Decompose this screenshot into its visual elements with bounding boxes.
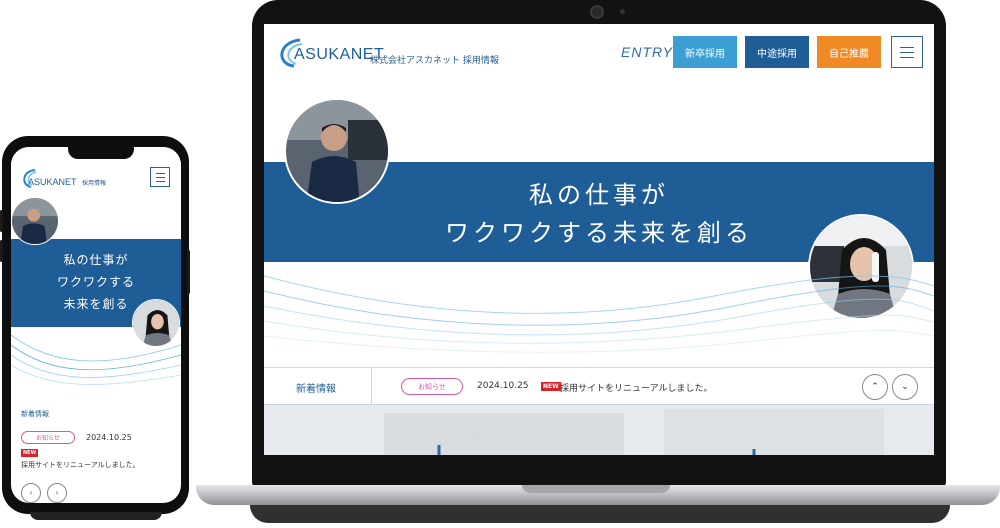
new-badge: NEW <box>21 449 39 457</box>
phone-bottom-edge <box>30 512 162 520</box>
news-bar: 新着情報 お知らせ 2024.10.25 NEW 採用サイトをリニューアルしまし… <box>264 367 934 406</box>
chevron-down-icon[interactable]: ⌄ <box>892 374 918 400</box>
news-title: 新着情報 <box>296 384 336 395</box>
building-photo <box>264 405 934 455</box>
news-category-badge[interactable]: お知らせ <box>401 378 463 395</box>
news-headline-link[interactable]: 採用サイトをリニューアルしました。 <box>21 460 140 470</box>
desktop-page: ASUKANET 株式会社アスカネット 採用情報 ENTRY 新卒採用 中途採用… <box>264 24 934 455</box>
new-badge: NEW <box>541 382 561 391</box>
employee-photo-man <box>284 98 390 204</box>
employee-photo-man <box>11 197 59 245</box>
mobile-page: ASUKANET 採用情報 私の仕事が ワクワクする 未来を創る 新着情報 お知… <box>11 147 181 503</box>
laptop-opening-notch <box>522 485 670 493</box>
site-header: ASUKANET 株式会社アスカネット 採用情報 ENTRY 新卒採用 中途採用… <box>264 24 934 80</box>
new-graduate-button[interactable]: 新卒採用 <box>673 36 737 68</box>
mobile-subtitle: 採用情報 <box>82 180 107 187</box>
phone-power-button <box>187 250 190 294</box>
mobile-hero-line-1: 私の仕事が <box>63 253 129 267</box>
building-sign-text: ASUKANET <box>414 425 565 450</box>
news-divider <box>371 368 372 406</box>
laptop-foot <box>250 505 950 523</box>
logo-text[interactable]: ASUKANET <box>28 177 77 187</box>
news-title: 新着情報 <box>21 410 49 418</box>
self-recommend-button[interactable]: 自己推薦 <box>817 36 881 68</box>
phone-volume-button-2 <box>0 240 3 262</box>
webcam-icon <box>590 5 604 19</box>
mobile-hero-line-2: ワクワクする <box>56 275 135 289</box>
news-category-badge[interactable]: お知らせ <box>21 431 75 444</box>
decorative-waves <box>11 334 181 385</box>
decorative-waves <box>264 275 934 353</box>
news-date: 2024.10.25 <box>86 433 132 442</box>
news-date: 2024.10.25 <box>477 381 529 391</box>
webcam-sensor <box>620 9 625 14</box>
company-subtitle: 株式会社アスカネット 採用情報 <box>370 56 499 66</box>
chevron-up-icon[interactable]: ⌃ <box>862 374 888 400</box>
hamburger-icon[interactable] <box>891 36 923 68</box>
building-photo-section: ASUKANET <box>264 405 934 455</box>
entry-label: ENTRY <box>621 44 673 60</box>
mid-career-button[interactable]: 中途採用 <box>745 36 809 68</box>
phone-volume-button <box>0 210 3 232</box>
chevron-right-icon[interactable]: › <box>47 483 67 503</box>
news-headline-link[interactable]: 採用サイトをリニューアルしました。 <box>560 381 713 394</box>
chevron-left-icon[interactable]: ‹ <box>21 483 41 503</box>
hamburger-icon[interactable] <box>150 167 170 187</box>
phone-notch <box>68 147 134 159</box>
